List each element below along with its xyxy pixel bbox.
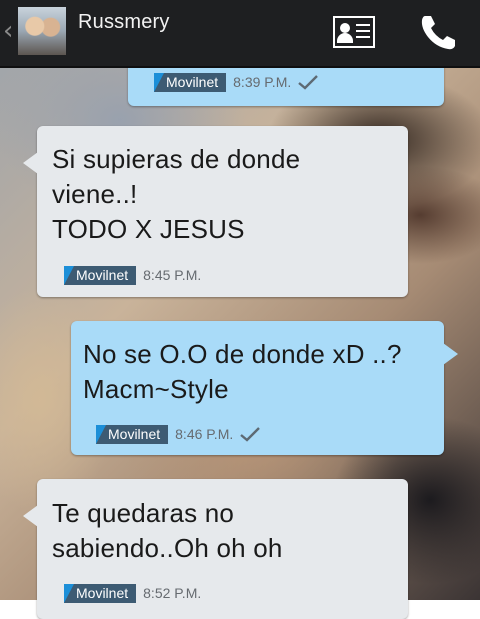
delivered-check-icon	[298, 75, 319, 90]
message-meta: Movilnet 8:52 P.M.	[64, 583, 201, 603]
message-meta: Movilnet 8:46 P.M.	[96, 424, 261, 444]
message-time: 8:45 P.M.	[143, 267, 202, 283]
message-text: Si supieras de donde viene..! TODO X JES…	[52, 144, 301, 244]
message-time: 8:46 P.M.	[175, 426, 234, 442]
message-text: No se O.O de donde xD ..? Macm~Style	[83, 339, 402, 404]
message-bubble-incoming[interactable]: Si supieras de donde viene..! TODO X JES…	[23, 126, 408, 297]
carrier-badge: Movilnet	[64, 265, 137, 285]
message-text: Te quedaras no sabiendo..Oh oh oh	[52, 498, 283, 563]
phone-icon	[421, 16, 455, 50]
carrier-badge: Movilnet	[96, 424, 169, 444]
message-meta: Movilnet 8:39 P.M.	[154, 72, 319, 92]
avatar[interactable]	[18, 7, 66, 55]
message-bubble-outgoing[interactable]: No se O.O de donde xD ..? Macm~Style Mov…	[71, 321, 458, 455]
carrier-badge: Movilnet	[154, 72, 227, 92]
contact-name[interactable]: Russmery	[78, 11, 170, 34]
message-bubble-incoming[interactable]: Te quedaras no sabiendo..Oh oh oh Moviln…	[23, 479, 408, 619]
conversation-header: ‹ Russmery	[0, 0, 480, 68]
contact-card-button[interactable]	[333, 16, 375, 48]
call-button[interactable]	[416, 12, 460, 52]
chevron-left-icon[interactable]: ‹	[3, 18, 13, 44]
message-time: 8:39 P.M.	[233, 74, 292, 90]
message-time: 8:52 P.M.	[143, 585, 202, 601]
delivered-check-icon	[240, 427, 261, 442]
message-meta: Movilnet 8:45 P.M.	[64, 265, 201, 285]
